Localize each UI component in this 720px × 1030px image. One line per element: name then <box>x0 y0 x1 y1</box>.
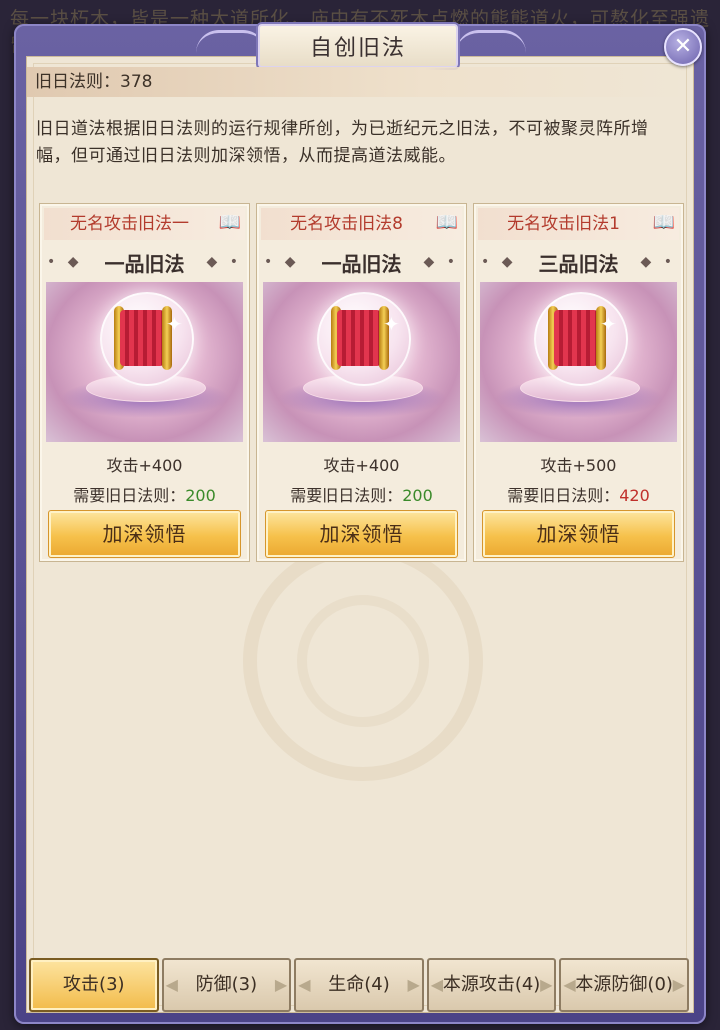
grade-row: • ◆ 三品旧法 ◆ • <box>474 244 683 280</box>
tab-attack[interactable]: 攻击(3) <box>29 958 159 1012</box>
tab-defense[interactable]: ◀ 防御(3) ▶ <box>161 958 292 1012</box>
grade-row: • ◆ 一品旧法 ◆ • <box>40 244 249 280</box>
law-grade: 一品旧法 <box>104 251 185 276</box>
law-name: 无名攻击旧法1 <box>478 208 679 240</box>
law-name: 无名攻击旧法8 <box>261 208 462 240</box>
law-requirement: 需要旧日法则：200 <box>40 482 249 506</box>
requirement-label: 需要旧日法则： <box>290 486 403 505</box>
title-ornament-right <box>456 30 526 53</box>
law-stat: 攻击+400 <box>106 456 183 475</box>
tab-label: 生命(4) <box>328 974 390 995</box>
law-points-bar: 旧日法则：378 <box>27 67 691 97</box>
law-card: 无名攻击旧法1 📖 • ◆ 三品旧法 ◆ • ✦ 攻击+500 需要旧日法则：4… <box>473 203 684 562</box>
background-emblem <box>243 541 483 781</box>
law-artwork: ✦ <box>263 282 460 442</box>
tab-arrow-left-icon: ◀ <box>298 975 311 994</box>
ornament-left-icon: • ◆ <box>264 254 300 270</box>
tab-label: 本源攻击(4) <box>442 974 541 995</box>
close-button[interactable]: ✕ <box>664 28 702 66</box>
deepen-understanding-button[interactable]: 加深领悟 <box>48 510 241 558</box>
law-name: 无名攻击旧法一 <box>44 208 245 240</box>
ornament-left-icon: • ◆ <box>481 254 517 270</box>
tab-arrow-left-icon: ◀ <box>430 975 444 994</box>
tab-arrow-right-icon: ▶ <box>274 975 288 994</box>
law-grade: 一品旧法 <box>321 251 402 276</box>
law-grade: 三品旧法 <box>538 251 619 276</box>
ornament-right-icon: ◆ • <box>206 254 242 270</box>
law-points-text: 旧日法则：378 <box>35 72 153 92</box>
book-icon[interactable]: 📖 <box>217 212 243 234</box>
law-artwork: ✦ <box>480 282 677 442</box>
scroll-icon <box>120 310 164 366</box>
law-card: 无名攻击旧法一 📖 • ◆ 一品旧法 ◆ • ✦ 攻击+400 需要旧日法则：2… <box>39 203 250 562</box>
tab-label: 本源防御(0) <box>575 974 673 995</box>
law-card: 无名攻击旧法8 📖 • ◆ 一品旧法 ◆ • ✦ 攻击+400 需要旧日法则：2… <box>256 203 467 562</box>
requirement-value: 420 <box>619 486 650 505</box>
scroll-icon <box>554 310 598 366</box>
scroll-icon <box>337 310 381 366</box>
ornament-right-icon: ◆ • <box>423 254 459 270</box>
sparkle-icon: ✦ <box>383 312 400 336</box>
tab-life[interactable]: ◀ 生命(4) ▶ <box>294 958 424 1012</box>
dialog-title: 自创旧法 <box>256 22 460 70</box>
tab-arrow-left-icon: ◀ <box>563 975 576 994</box>
deepen-understanding-button[interactable]: 加深领悟 <box>265 510 458 558</box>
law-requirement: 需要旧日法则：200 <box>257 482 466 506</box>
law-requirement: 需要旧日法则：420 <box>474 482 683 506</box>
description-text: 旧日道法根据旧日法则的运行规律所创，为已逝纪元之旧法，不可被聚灵阵所增幅，但可通… <box>36 119 649 166</box>
requirement-label: 需要旧日法则： <box>73 486 186 505</box>
ornament-left-icon: • ◆ <box>47 254 83 270</box>
dialog-title-text: 自创旧法 <box>309 36 406 61</box>
sparkle-icon: ✦ <box>600 312 617 336</box>
tab-arrow-right-icon: ▶ <box>540 975 553 994</box>
tab-arrow-left-icon: ◀ <box>165 975 178 994</box>
grade-row: • ◆ 一品旧法 ◆ • <box>257 244 466 280</box>
sparkle-icon: ✦ <box>166 312 183 336</box>
tab-origin-attack[interactable]: ◀ 本源攻击(4) ▶ <box>426 958 557 1012</box>
tab-label: 防御(3) <box>195 974 258 995</box>
close-icon: ✕ <box>673 34 693 59</box>
tab-arrow-right-icon: ▶ <box>407 975 420 994</box>
category-tabs: 攻击(3) ◀ 防御(3) ▶ ◀ 生命(4) ▶ ◀ 本源攻击(4) ▶ ◀ … <box>27 956 691 1014</box>
law-artwork: ✦ <box>46 282 243 442</box>
law-stat: 攻击+400 <box>323 456 400 475</box>
tab-origin-defense[interactable]: ◀ 本源防御(0) ▶ <box>559 958 689 1012</box>
tab-label: 攻击(3) <box>63 974 125 995</box>
ornament-right-icon: ◆ • <box>640 254 676 270</box>
requirement-value: 200 <box>402 486 433 505</box>
requirement-value: 200 <box>185 486 216 505</box>
deepen-understanding-button[interactable]: 加深领悟 <box>482 510 675 558</box>
law-stat: 攻击+500 <box>540 456 617 475</box>
requirement-label: 需要旧日法则： <box>507 486 620 505</box>
book-icon[interactable]: 📖 <box>651 212 677 234</box>
tab-arrow-right-icon: ▶ <box>672 975 685 994</box>
book-icon[interactable]: 📖 <box>434 212 460 234</box>
